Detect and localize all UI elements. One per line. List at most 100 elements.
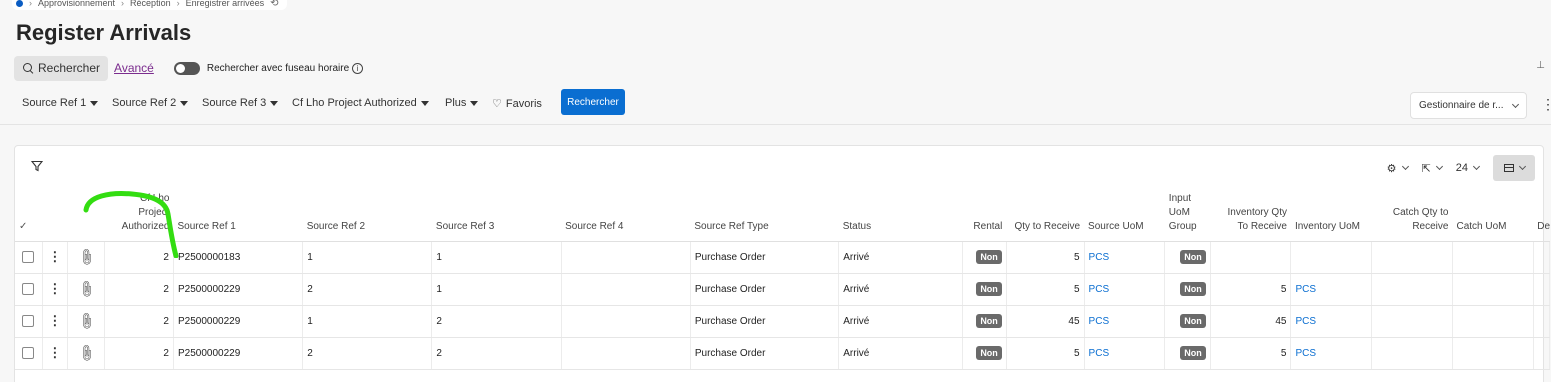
row-select-cell[interactable] <box>15 241 43 274</box>
paperclip-icon[interactable]: 📎︎ <box>76 311 97 332</box>
timezone-toggle[interactable] <box>173 61 200 75</box>
row-checkbox[interactable] <box>22 315 35 327</box>
cell-inventory-qty: 5 <box>1210 337 1292 370</box>
chevron-right-icon: › <box>176 0 180 8</box>
paperclip-icon[interactable]: 📎︎ <box>76 343 97 364</box>
breadcrumb-item[interactable]: Enregistrer arrivées <box>186 0 265 8</box>
header-qty-to-receive[interactable]: Qty to Receive <box>1006 186 1085 242</box>
table-row[interactable]: ⋮ 📎︎ 2 P2500000229 1 2 Purchase Order Arrivé Non… <box>15 305 1551 338</box>
filter-source-ref-3[interactable]: Source Ref 3 <box>202 97 279 109</box>
info-icon[interactable]: i <box>352 62 364 74</box>
refresh-icon[interactable]: ⟲ <box>270 0 278 9</box>
breadcrumb-item[interactable]: Approvisionnement <box>38 0 115 8</box>
header-inventory-qty[interactable]: Inventory Qty To Receive <box>1210 186 1291 242</box>
chevron-down-icon <box>1511 100 1520 108</box>
cell-source-ref-2: 1 <box>302 241 433 274</box>
row-checkbox[interactable] <box>22 347 35 359</box>
row-attachment-cell[interactable]: 📎︎ <box>67 337 106 370</box>
cell-source-ref-type: Purchase Order <box>690 337 840 370</box>
row-actions-cell[interactable]: ⋮ <box>42 337 68 370</box>
filter-source-ref-1[interactable]: Source Ref 1 <box>22 97 99 109</box>
pin-icon[interactable]: ⊥ <box>1536 60 1545 71</box>
search-mode-button[interactable]: Rechercher <box>14 55 109 81</box>
search-button[interactable]: Rechercher <box>561 89 625 115</box>
status-badge: Non <box>976 346 1002 360</box>
cell-inventory-uom[interactable]: PCS <box>1290 305 1373 338</box>
cell-status: Arrivé <box>838 241 964 274</box>
filter-project-authorized[interactable]: Cf Lho Project Authorized <box>292 97 429 109</box>
paperclip-icon[interactable]: 📎︎ <box>76 247 97 268</box>
header-source-ref-4[interactable]: Source Ref 4 <box>561 186 691 242</box>
breadcrumb-item[interactable]: Réception <box>130 0 171 8</box>
filter-source-ref-2[interactable]: Source Ref 2 <box>112 97 189 109</box>
status-badge: Non <box>976 282 1002 296</box>
cell-authorized: 2 <box>104 337 174 370</box>
header-rental[interactable]: Rental <box>962 186 1007 242</box>
row-actions-icon[interactable]: ⋮ <box>48 313 61 328</box>
row-actions-cell[interactable]: ⋮ <box>42 305 68 338</box>
row-select-cell[interactable] <box>15 337 43 370</box>
cell-qty-to-receive: 45 <box>1006 305 1085 338</box>
row-checkbox[interactable] <box>22 251 35 263</box>
cell-source-uom[interactable]: PCS <box>1084 241 1166 274</box>
row-attachment-cell[interactable]: 📎︎ <box>67 305 106 338</box>
header-inventory-uom[interactable]: Inventory UoM <box>1290 186 1372 242</box>
advanced-search-link[interactable]: Avancé <box>114 61 154 75</box>
cell-catch-uom <box>1452 305 1534 338</box>
view-mode-button[interactable] <box>1493 155 1535 181</box>
export-menu[interactable]: ⇱ <box>1422 162 1443 175</box>
status-badge: Non <box>1180 282 1206 296</box>
filter-more[interactable]: Plus <box>445 97 479 109</box>
cell-input-uom-group: Non <box>1164 305 1211 338</box>
header-extra[interactable]: De <box>1533 186 1550 242</box>
table-row[interactable]: ⋮ 📎︎ 2 P2500000229 2 1 Purchase Order Arrivé Non… <box>15 273 1551 306</box>
cell-inventory-uom[interactable]: PCS <box>1290 337 1373 370</box>
row-actions-icon[interactable]: ⋮ <box>48 281 61 296</box>
row-select-cell[interactable] <box>15 305 43 338</box>
header-authorized[interactable]: Cf Lho Project Authorized <box>104 186 174 242</box>
table-row[interactable]: ⋮ 📎︎ 2 P2500000229 2 2 Purchase Order Arrivé Non… <box>15 337 1551 370</box>
select-all-header[interactable]: ✓ <box>15 186 43 242</box>
filter-label: Source Ref 2 <box>112 97 177 109</box>
cell-source-ref-3: 2 <box>431 337 562 370</box>
paperclip-icon[interactable]: 📎︎ <box>76 279 97 300</box>
header-source-uom[interactable]: Source UoM <box>1084 186 1165 242</box>
cell-inventory-qty <box>1210 241 1292 274</box>
cell-inventory-uom[interactable]: PCS <box>1290 273 1373 306</box>
arrivals-table: ✓ Cf Lho Project Authorized Source Ref 1 … <box>15 186 1550 370</box>
page-size-select[interactable]: 24 <box>1456 162 1481 174</box>
header-input-uom-group[interactable]: Input UoM Group <box>1164 186 1211 242</box>
settings-menu[interactable]: ⚙ <box>1387 162 1409 175</box>
header-source-ref-type[interactable]: Source Ref Type <box>690 186 839 242</box>
row-select-cell[interactable] <box>15 273 43 306</box>
row-attachment-cell[interactable]: 📎︎ <box>67 241 106 274</box>
cell-source-ref-2: 1 <box>302 305 433 338</box>
row-checkbox[interactable] <box>22 283 35 295</box>
filter-icon[interactable] <box>31 160 43 172</box>
row-actions-cell[interactable]: ⋮ <box>42 273 68 306</box>
cell-source-uom[interactable]: PCS <box>1084 337 1166 370</box>
header-catch-qty[interactable]: Catch Qty to Receive <box>1371 186 1453 242</box>
cell-catch-qty <box>1371 241 1453 274</box>
home-dot-icon[interactable] <box>16 0 23 7</box>
cell-source-uom[interactable]: PCS <box>1084 273 1166 306</box>
favorites-label: Favoris <box>505 97 542 110</box>
header-source-ref-3[interactable]: Source Ref 3 <box>431 186 562 242</box>
header-status[interactable]: Status <box>838 186 963 242</box>
row-attachment-cell[interactable]: 📎︎ <box>67 273 106 306</box>
more-options-icon[interactable]: ⋮ <box>1541 97 1551 111</box>
favorites-button[interactable]: ♡ Favoris <box>492 97 542 111</box>
cell-catch-uom <box>1452 337 1534 370</box>
header-catch-uom[interactable]: Catch UoM <box>1452 186 1534 242</box>
header-source-ref-2[interactable]: Source Ref 2 <box>302 186 432 242</box>
table-row[interactable]: ⋮ 📎︎ 2 P2500000183 1 1 Purchase Order Arrivé Non… <box>15 241 1551 274</box>
cell-source-uom[interactable]: PCS <box>1084 305 1166 338</box>
header-source-ref-1[interactable]: Source Ref 1 <box>173 186 303 242</box>
search-button-label: Rechercher <box>38 61 101 75</box>
row-actions-icon[interactable]: ⋮ <box>48 345 61 360</box>
manager-select[interactable]: Gestionnaire de r... <box>1410 92 1527 119</box>
row-actions-cell[interactable]: ⋮ <box>42 241 68 274</box>
cell-inventory-uom[interactable] <box>1290 241 1373 274</box>
status-badge: Non <box>1180 314 1206 328</box>
row-actions-icon[interactable]: ⋮ <box>48 249 61 264</box>
